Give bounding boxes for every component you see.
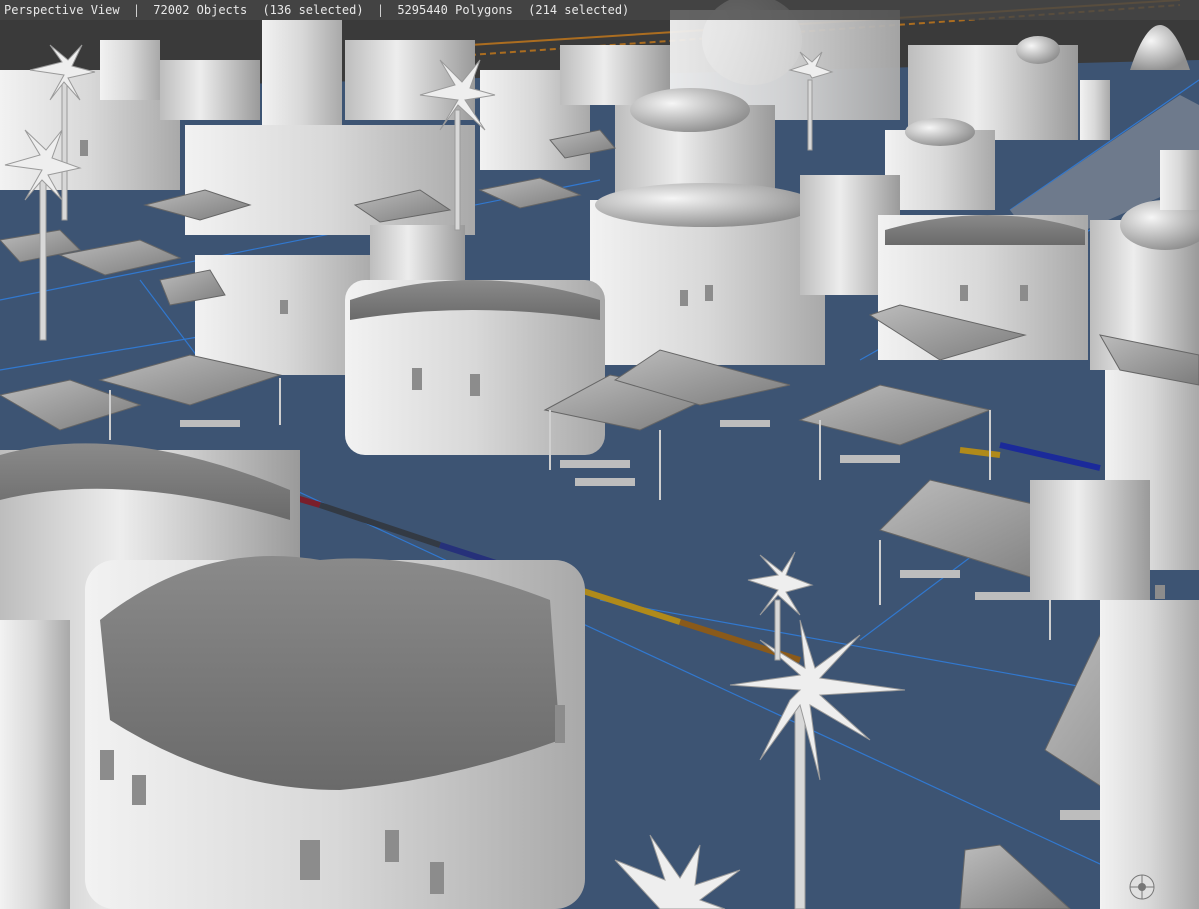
polygon-selected-count: (214 selected)	[528, 3, 630, 17]
navigation-gizmo-icon[interactable]	[1129, 874, 1155, 900]
polygon-count: 5295440 Polygons	[397, 3, 513, 17]
scene-render[interactable]	[0, 0, 1199, 909]
object-count: 72002 Objects	[153, 3, 248, 17]
view-name-label: Perspective View	[4, 3, 120, 17]
viewport-status-bar: Perspective View | 72002 Objects (136 se…	[0, 0, 1199, 20]
perspective-viewport[interactable]: Perspective View | 72002 Objects (136 se…	[0, 0, 1199, 909]
separator: |	[132, 3, 141, 17]
object-selected-count: (136 selected)	[262, 3, 364, 17]
separator: |	[376, 3, 385, 17]
